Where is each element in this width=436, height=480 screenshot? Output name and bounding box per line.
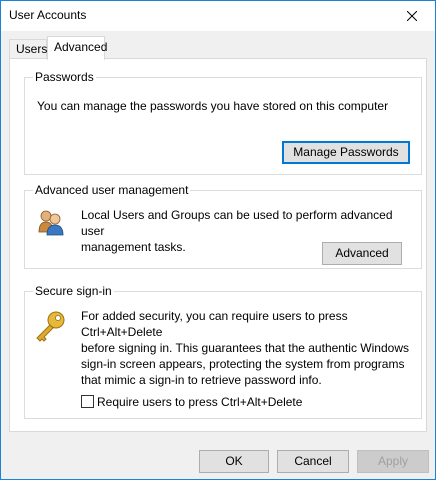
passwords-description: You can manage the passwords you have st… <box>37 99 389 113</box>
secure-signin-line-4: that mimic a sign-in to retrieve passwor… <box>81 373 322 387</box>
close-button[interactable] <box>389 1 435 31</box>
apply-button[interactable]: Apply <box>357 450 429 473</box>
secure-signin-label: Secure sign-in <box>33 284 114 298</box>
advanced-button[interactable]: Advanced <box>322 242 402 265</box>
secure-signin-group: Secure sign-in For added security, you c… <box>24 284 422 419</box>
window-title: User Accounts <box>9 8 87 22</box>
passwords-group: Passwords You can manage the passwords y… <box>24 70 422 175</box>
users-group-icon <box>38 210 64 236</box>
advanced-tab-panel: Passwords You can manage the passwords y… <box>9 58 427 432</box>
manage-passwords-button[interactable]: Manage Passwords <box>282 141 410 164</box>
tab-advanced[interactable]: Advanced <box>47 36 107 60</box>
close-icon <box>407 11 417 21</box>
advanced-user-management-group: Advanced user management Local Users and… <box>24 183 422 269</box>
key-icon <box>36 311 65 342</box>
secure-signin-line-2: before signing in. This guarantees that … <box>81 341 409 355</box>
tab-users[interactable]: Users <box>9 39 47 58</box>
cancel-button[interactable]: Cancel <box>277 450 349 473</box>
title-bar[interactable]: User Accounts <box>1 1 435 31</box>
advanced-user-management-label: Advanced user management <box>33 183 191 197</box>
require-ctrl-alt-delete-label[interactable]: Require users to press Ctrl+Alt+Delete <box>97 394 302 410</box>
secure-signin-line-3: sign-in screen appears, protecting the s… <box>81 357 405 371</box>
passwords-group-label: Passwords <box>33 70 96 84</box>
user-accounts-window: User Accounts Users Advanced Passwords Y… <box>0 0 436 480</box>
secure-signin-line-1: For added security, you can require user… <box>81 309 348 339</box>
ok-button[interactable]: OK <box>199 450 269 473</box>
advanced-management-description-line1: Local Users and Groups can be used to pe… <box>81 208 393 238</box>
secure-signin-description: For added security, you can require user… <box>81 308 419 388</box>
require-ctrl-alt-delete-checkbox[interactable] <box>81 395 94 408</box>
